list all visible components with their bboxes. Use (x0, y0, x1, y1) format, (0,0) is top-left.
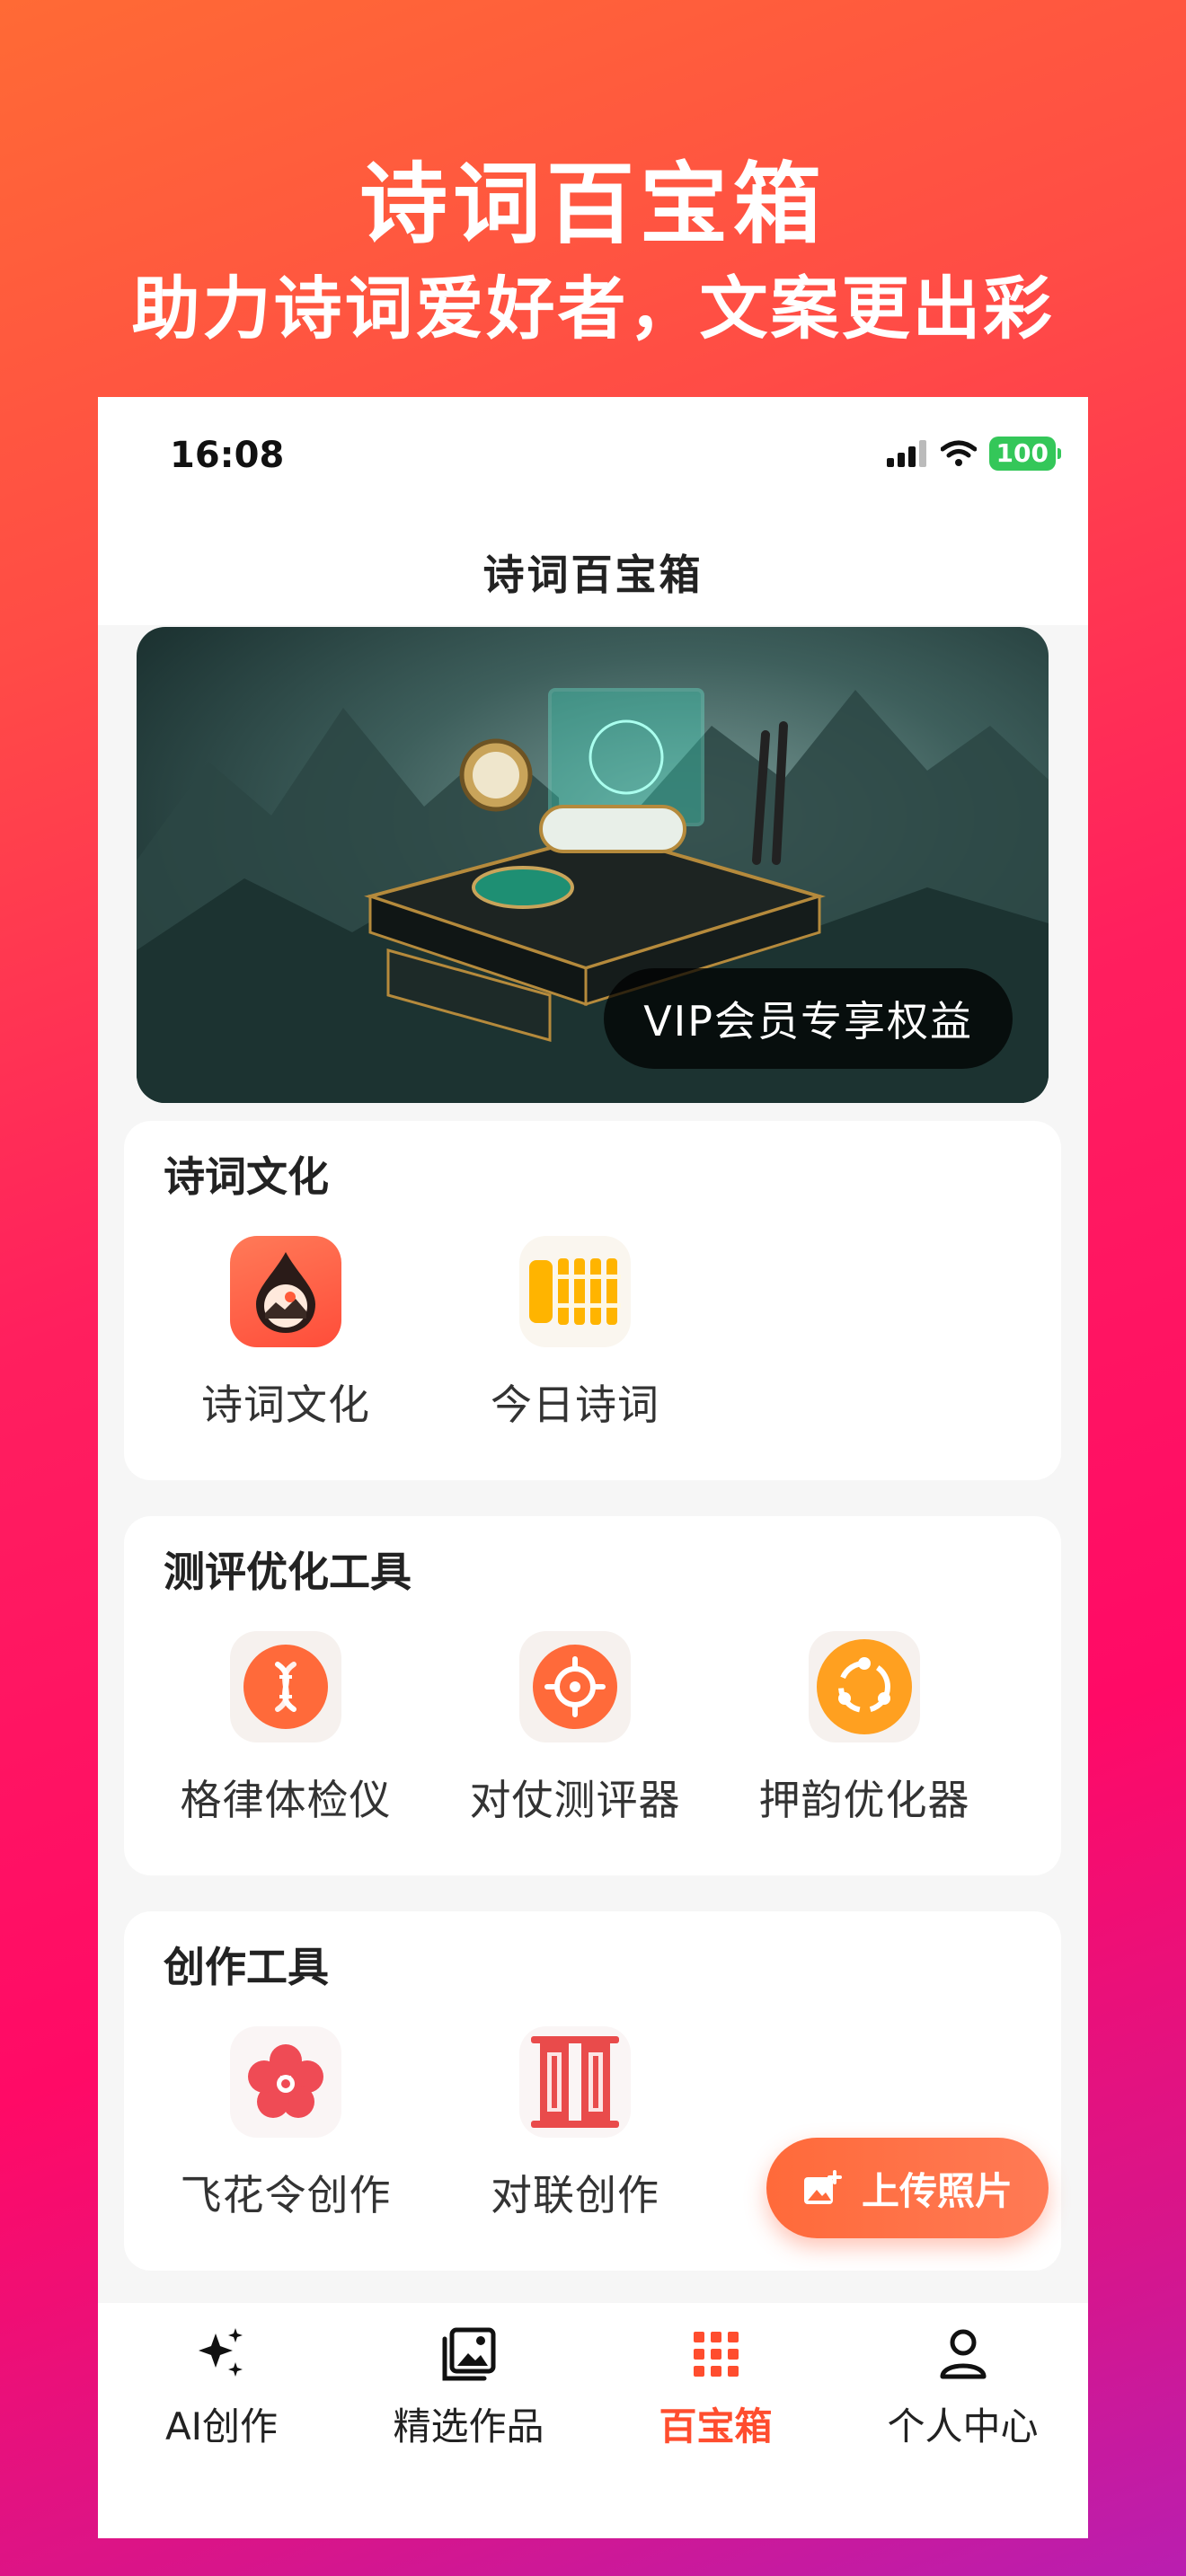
tab-ai-create[interactable]: AI创作 (98, 2326, 345, 2451)
signal-icon (886, 440, 926, 467)
tab-treasure-box[interactable]: 百宝箱 (592, 2326, 839, 2451)
tool-label: 格律体检仪 (180, 1776, 392, 1824)
vip-badge: VIP会员专享权益 (604, 968, 1013, 1069)
tool-feihua-ling[interactable]: 飞花令创作 (151, 2026, 420, 2222)
tool-label: 飞花令创作 (180, 2171, 392, 2219)
page-title: 诗词百宝箱 (482, 551, 704, 599)
tab-label: AI创作 (164, 2404, 279, 2448)
tool-label: 今日诗词 (491, 1381, 659, 1429)
tab-label: 个人中心 (887, 2404, 1039, 2448)
tab-label: 精选作品 (393, 2404, 544, 2448)
status-icons: 100 (886, 437, 1061, 471)
tool-rhyme-optimizer[interactable]: 押韵优化器 (730, 1631, 999, 1827)
ink-drop-landscape-icon (230, 1236, 341, 1347)
section-evaluation-tools: 测评优化工具 格律体检仪 对仗测评器 押韵优化器 (124, 1516, 1061, 1875)
top-bar: 16:08 100 诗词百宝箱 (98, 397, 1088, 625)
tool-couplet[interactable]: 对联创作 (440, 2026, 710, 2222)
tool-antithesis-eval[interactable]: 对仗测评器 (440, 1631, 710, 1827)
tool-label: 诗词文化 (201, 1381, 370, 1429)
bottom-tab-bar: AI创作 精选作品 百宝箱 个人中心 (98, 2303, 1088, 2538)
upload-photo-button[interactable]: 上传照片 (766, 2138, 1049, 2238)
person-icon (940, 2329, 986, 2379)
tab-profile[interactable]: 个人中心 (839, 2326, 1086, 2451)
tool-poetry-culture[interactable]: 诗词文化 (151, 1236, 420, 1432)
tool-label: 对仗测评器 (469, 1776, 681, 1824)
phone-screen: 16:08 100 诗词百宝箱 VIP会员专享权益 诗词文化 诗词文化 今日诗词… (98, 397, 1088, 2538)
tool-daily-poem[interactable]: 今日诗词 (440, 1236, 710, 1432)
couplet-scroll-icon (519, 2026, 631, 2138)
promo-title: 诗词百宝箱 (358, 154, 827, 256)
tool-label: 押韵优化器 (758, 1776, 970, 1824)
grid-icon (693, 2332, 739, 2377)
promo-subtitle: 助力诗词爱好者，文案更出彩 (131, 269, 1055, 348)
target-icon (519, 1631, 631, 1742)
wifi-icon (940, 440, 977, 466)
tool-label: 对联创作 (491, 2171, 659, 2219)
section-title: 创作工具 (164, 1943, 329, 1991)
flower-icon (230, 2026, 341, 2138)
upload-photo-label: 上传照片 (861, 2168, 1013, 2213)
sparkle-icon (198, 2328, 243, 2377)
tab-label: 百宝箱 (659, 2404, 773, 2448)
vip-banner[interactable]: VIP会员专享权益 (137, 627, 1049, 1103)
tab-featured-works[interactable]: 精选作品 (345, 2326, 592, 2451)
section-title: 测评优化工具 (164, 1548, 412, 1596)
image-upload-icon (803, 2170, 842, 2204)
section-poetry-culture: 诗词文化 诗词文化 今日诗词 (124, 1121, 1061, 1480)
dna-icon (230, 1631, 341, 1742)
tool-meter-check[interactable]: 格律体检仪 (151, 1631, 420, 1827)
bamboo-scroll-icon (519, 1236, 631, 1347)
battery-indicator: 100 (988, 437, 1056, 471)
share-cycle-icon (809, 1631, 920, 1742)
status-time: 16:08 (170, 435, 285, 476)
section-title: 诗词文化 (164, 1152, 329, 1201)
gallery-icon (442, 2327, 495, 2381)
